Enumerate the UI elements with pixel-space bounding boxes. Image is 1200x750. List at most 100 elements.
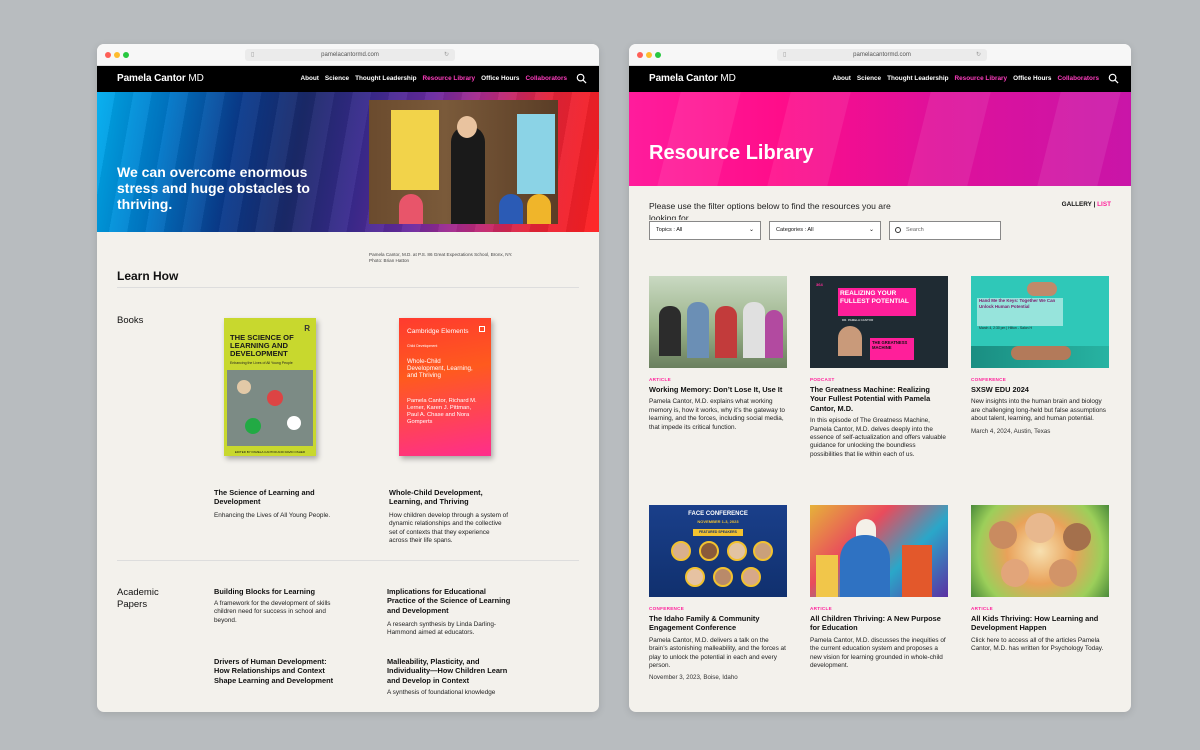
speaker-photo — [671, 541, 691, 561]
figure-illustration — [902, 545, 932, 597]
publisher-logo: R — [304, 324, 310, 333]
menu-item-resource-library[interactable]: Resource Library — [955, 75, 1008, 82]
book-title-link[interactable]: The Science of Learning and Development — [214, 488, 344, 507]
paper-title-link[interactable]: Implications for Educational Practice of… — [387, 587, 512, 615]
conference-dates: NOVEMBER 1-3, 2023 — [697, 519, 739, 524]
menu-item-collaborators[interactable]: Collaborators — [525, 75, 567, 82]
series-logo — [479, 326, 485, 332]
book-cover-authors: Pamela Cantor, Richard M. Lerner, Karen … — [407, 398, 477, 425]
site-logo[interactable]: Pamela Cantor MD — [649, 73, 736, 84]
card-tag: CONFERENCE — [971, 377, 1007, 382]
card-title[interactable]: Working Memory: Don’t Lose It, Use It — [649, 385, 787, 394]
topics-filter-value: Topics : All — [656, 227, 683, 233]
card-title[interactable]: All Children Thriving: A New Purpose for… — [810, 614, 948, 633]
search-input[interactable]: Search — [889, 221, 1001, 240]
menu-item-office-hours[interactable]: Office Hours — [481, 75, 519, 82]
topics-filter[interactable]: Topics : All ⌄ — [649, 221, 761, 240]
paper-description: A framework for the development of skill… — [214, 600, 331, 624]
brand-suffix: MD — [185, 73, 204, 84]
resource-card[interactable]: ARTICLE All Children Thriving: A New Pur… — [810, 505, 948, 670]
podcast-show-name: THE GREATNESS MACHINE — [872, 340, 908, 350]
bulletin-board — [517, 114, 555, 194]
card-title[interactable]: SXSW EDU 2024 — [971, 385, 1109, 394]
card-thumbnail: FACE CONFERENCE NOVEMBER 1-3, 2023 FEATU… — [649, 505, 787, 597]
browser-window-resource-library: ▯ pamelacantormd.com ↻ Pamela Cantor MD … — [629, 44, 1131, 712]
books-label: Books — [117, 315, 144, 326]
card-thumbnail: 364 REALIZING YOUR FULLEST POTENTIAL DR.… — [810, 276, 948, 368]
child-face — [1001, 559, 1029, 587]
book-cover[interactable]: R THE SCIENCE OF LEARNING AND DEVELOPMEN… — [224, 318, 316, 456]
book-cover-editors: EDITED BY PAMELA CANTOR AND DAVID OSHER — [224, 448, 316, 456]
search-icon[interactable] — [576, 73, 587, 84]
paper-title-link[interactable]: Drivers of Human Development: How Relati… — [214, 657, 344, 685]
address-bar-url: pamelacantormd.com — [853, 52, 911, 58]
menu-item-science[interactable]: Science — [325, 75, 349, 82]
card-title[interactable]: All Kids Thriving: How Learning and Deve… — [971, 614, 1109, 633]
menu-item-about[interactable]: About — [300, 75, 318, 82]
speaker-photo — [753, 541, 773, 561]
book-title-link[interactable]: Whole-Child Development, Learning, and T… — [389, 488, 509, 507]
divider — [117, 560, 579, 561]
address-bar[interactable]: ▯ pamelacantormd.com ↻ — [245, 49, 455, 61]
paper-title-link[interactable]: Malleability, Plasticity, and Individual… — [387, 657, 512, 685]
menu-item-about[interactable]: About — [832, 75, 850, 82]
page-icon: ▯ — [783, 52, 787, 58]
menu-item-science[interactable]: Science — [857, 75, 881, 82]
bulletin-board — [391, 110, 439, 190]
resource-card[interactable]: 364 REALIZING YOUR FULLEST POTENTIAL DR.… — [810, 276, 948, 459]
child-figure — [499, 194, 523, 224]
browser-toolbar: ▯ pamelacantormd.com ↻ — [629, 44, 1131, 66]
menu-item-thought-leadership[interactable]: Thought Leadership — [887, 75, 948, 82]
card-thumbnail: Hand Me the Keys: Together We Can Unlock… — [971, 276, 1109, 368]
reload-icon[interactable]: ↻ — [444, 49, 449, 61]
menu-item-collaborators[interactable]: Collaborators — [1057, 75, 1099, 82]
maximize-window-button[interactable] — [655, 52, 661, 58]
list-view-button[interactable]: LIST — [1097, 201, 1111, 208]
paper-description: A synthesis of foundational knowledge — [387, 689, 496, 696]
book-description: Enhancing the Lives of All Young People. — [214, 512, 331, 519]
reload-icon[interactable]: ↻ — [976, 49, 981, 61]
close-window-button[interactable] — [105, 52, 111, 58]
menu-item-thought-leadership[interactable]: Thought Leadership — [355, 75, 416, 82]
brand-name: Pamela Cantor — [649, 73, 718, 84]
close-window-button[interactable] — [637, 52, 643, 58]
search-icon[interactable] — [1108, 73, 1119, 84]
card-tag: CONFERENCE — [649, 606, 685, 611]
hero-photo — [369, 100, 558, 224]
brand-suffix: MD — [717, 73, 736, 84]
address-bar[interactable]: ▯ pamelacantormd.com ↻ — [777, 49, 987, 61]
card-date-location: November 3, 2023, Boise, Idaho — [649, 674, 738, 682]
site-logo[interactable]: Pamela Cantor MD — [117, 73, 204, 84]
card-description: In this episode of The Greatness Machine… — [810, 417, 946, 458]
menu-item-resource-library[interactable]: Resource Library — [423, 75, 476, 82]
resource-card[interactable]: ARTICLE All Kids Thriving: How Learning … — [971, 505, 1109, 654]
menu-item-office-hours[interactable]: Office Hours — [1013, 75, 1051, 82]
minimize-window-button[interactable] — [114, 52, 120, 58]
maximize-window-button[interactable] — [123, 52, 129, 58]
speaker-photo — [685, 567, 705, 587]
card-description: Pamela Cantor, M.D. discusses the inequi… — [810, 636, 946, 670]
card-tag: ARTICLE — [810, 606, 833, 611]
speaker-photo — [699, 541, 719, 561]
paper-title-link[interactable]: Building Blocks for Learning — [214, 587, 354, 596]
child-figure — [527, 194, 551, 224]
conference-title: FACE CONFERENCE — [688, 511, 748, 517]
gallery-view-button[interactable]: GALLERY — [1062, 201, 1092, 208]
podcast-guest: DR. PAMELA CANTOR — [842, 318, 874, 322]
brand-name: Pamela Cantor — [117, 73, 186, 84]
card-description: Pamela Cantor, M.D. delivers a talk on t… — [649, 636, 786, 670]
figure-illustration — [816, 555, 838, 597]
categories-filter[interactable]: Categories : All ⌄ — [769, 221, 881, 240]
card-thumbnail — [649, 276, 787, 368]
resource-card[interactable]: Hand Me the Keys: Together We Can Unlock… — [971, 276, 1109, 436]
resource-card[interactable]: ARTICLE Working Memory: Don’t Lose It, U… — [649, 276, 787, 432]
speaker-photo — [741, 567, 761, 587]
book-series: Cambridge Elements — [407, 328, 469, 335]
book-cover[interactable]: Cambridge Elements Child Development Who… — [399, 318, 491, 456]
card-title[interactable]: The Greatness Machine: Realizing Your Fu… — [810, 385, 948, 413]
card-thumbnail — [971, 505, 1109, 597]
card-title[interactable]: The Idaho Family & Community Engagement … — [649, 614, 787, 633]
resource-card[interactable]: FACE CONFERENCE NOVEMBER 1-3, 2023 FEATU… — [649, 505, 787, 682]
chevron-down-icon: ⌄ — [748, 227, 754, 233]
minimize-window-button[interactable] — [646, 52, 652, 58]
